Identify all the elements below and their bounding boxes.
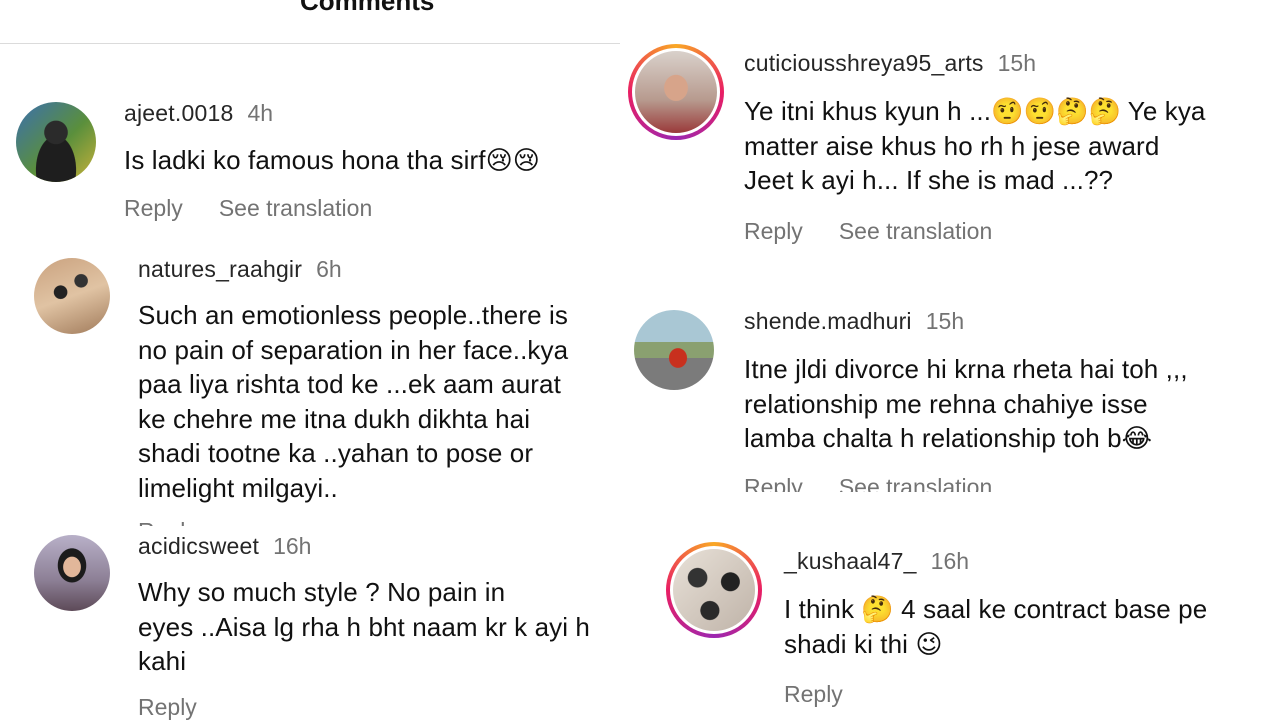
- timestamp: 6h: [316, 256, 342, 282]
- reply-button[interactable]: Reply: [744, 474, 803, 492]
- timestamp: 16h: [273, 533, 312, 559]
- username[interactable]: natures_raahgir: [138, 256, 302, 282]
- comment-text: Why so much style ? No pain in eyes ..Ai…: [138, 577, 590, 676]
- comment-text: Is ladki ko famous hona tha sirf😢😢: [124, 145, 541, 175]
- see-translation-button[interactable]: See translation: [839, 218, 992, 245]
- right-comments-panel: cuticiousshreya95_arts 15h Ye itni khus k…: [620, 0, 1280, 720]
- username[interactable]: acidicsweet: [138, 533, 259, 559]
- timestamp: 15h: [925, 308, 965, 334]
- username[interactable]: ajeet.0018: [124, 100, 233, 126]
- comment-text: Ye itni khus kyun h ...🤨🤨🤔🤔 Ye kya matte…: [744, 96, 1206, 195]
- timestamp: 15h: [997, 50, 1037, 76]
- reply-button[interactable]: Reply: [138, 518, 197, 526]
- reply-button[interactable]: Reply: [138, 694, 197, 720]
- comment-text: Itne jldi divorce hi krna rheta hai toh …: [744, 354, 1188, 453]
- reply-button[interactable]: Reply: [124, 195, 183, 222]
- see-translation-button[interactable]: See translation: [219, 195, 372, 222]
- left-comments-panel: Comments ajeet.0018 4h Is ladki ko famous…: [0, 0, 620, 720]
- header-divider: [0, 43, 620, 44]
- username[interactable]: _kushaal47_: [784, 548, 917, 574]
- comment-text: I think 🤔 4 saal ke contract base pe sha…: [784, 594, 1208, 659]
- avatar[interactable]: [34, 258, 110, 334]
- page-title: Comments: [300, 0, 435, 16]
- avatar-story-ring[interactable]: [666, 542, 762, 638]
- reply-button[interactable]: Reply: [784, 681, 843, 708]
- avatar[interactable]: [634, 310, 714, 390]
- avatar[interactable]: [16, 102, 96, 182]
- timestamp: 16h: [930, 548, 970, 574]
- avatar[interactable]: [34, 535, 110, 611]
- timestamp: 4h: [247, 100, 274, 126]
- avatar-story-ring[interactable]: [628, 44, 724, 140]
- username[interactable]: shende.madhuri: [744, 308, 912, 334]
- comment-text: Such an emotionless people..there is no …: [138, 300, 569, 503]
- reply-button[interactable]: Reply: [744, 218, 803, 245]
- see-translation-button[interactable]: See translation: [839, 474, 992, 492]
- username[interactable]: cuticiousshreya95_arts: [744, 50, 984, 76]
